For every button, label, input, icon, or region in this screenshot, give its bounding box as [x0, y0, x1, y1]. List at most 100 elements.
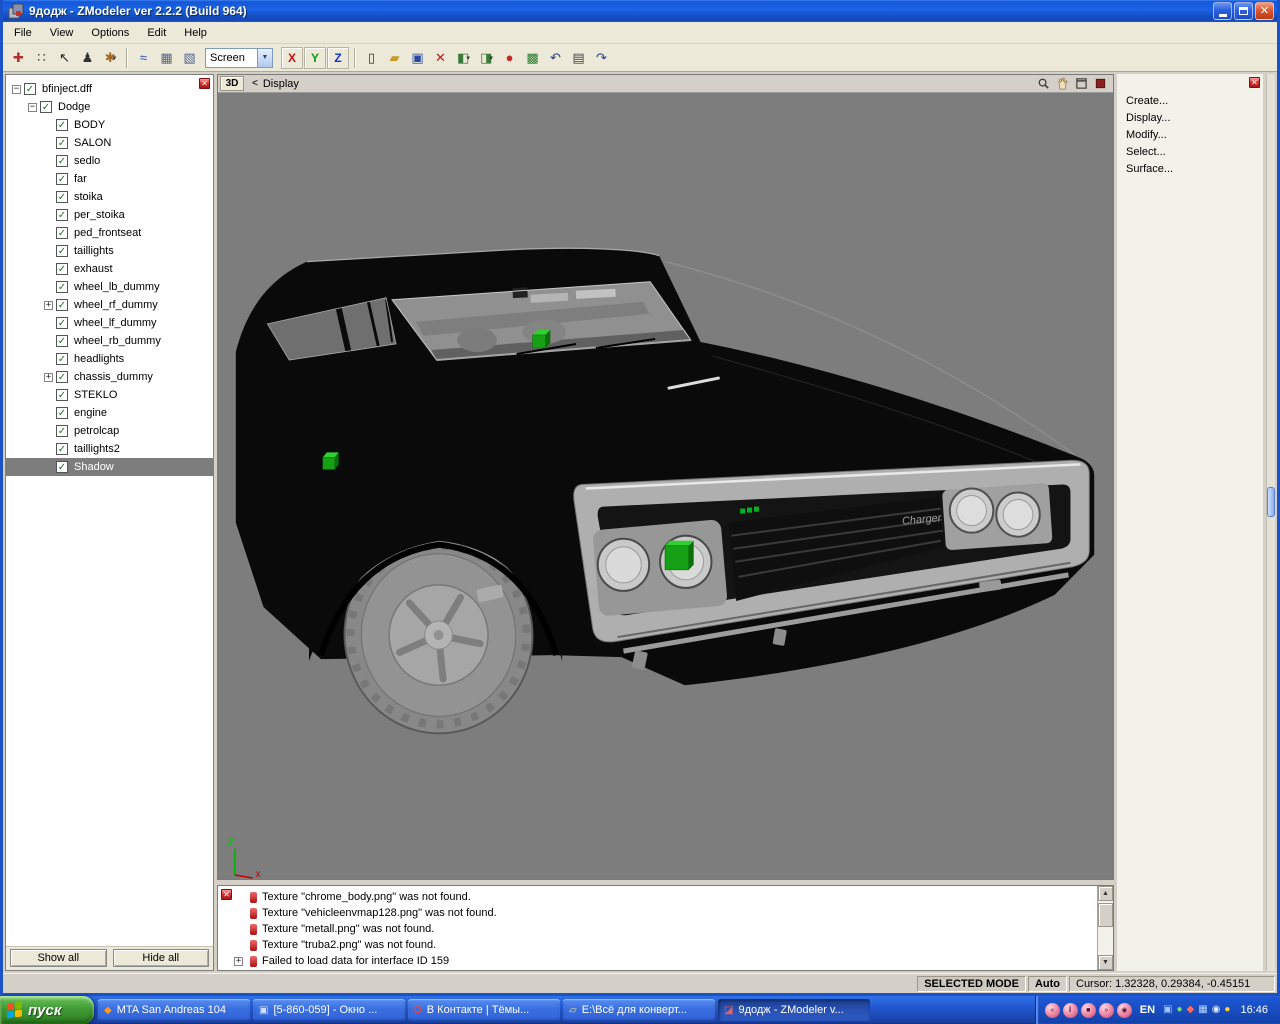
tree-item-salon[interactable]: ✓SALON — [6, 134, 213, 152]
start-button[interactable]: пуск — [0, 996, 94, 1024]
command-create[interactable]: Create... — [1117, 92, 1263, 109]
tree-item-wheel-lb-dummy[interactable]: ✓wheel_lb_dummy — [6, 278, 213, 296]
visibility-checkbox[interactable]: ✓ — [56, 353, 68, 365]
tree-item-steklo[interactable]: ✓STEKLO — [6, 386, 213, 404]
settings-tool-button[interactable]: ✱▾ — [99, 47, 122, 69]
gizmo-tool-button[interactable]: ✚ — [7, 47, 30, 69]
visibility-checkbox[interactable]: ✓ — [56, 425, 68, 437]
tree-item-taillights[interactable]: ✓taillights — [6, 242, 213, 260]
taskbar-task-4[interactable]: ▱E:\Всё для конверт... — [563, 999, 715, 1021]
tree-item-dodge[interactable]: −✓Dodge — [6, 98, 213, 116]
axis-y-button[interactable]: Y — [304, 47, 326, 69]
menu-file[interactable]: File — [5, 24, 41, 42]
hide-all-button[interactable]: Hide all — [113, 949, 210, 967]
command-select[interactable]: Select... — [1117, 143, 1263, 160]
redo-button[interactable]: ↷ — [590, 47, 613, 69]
uv-grid-button[interactable]: ▧ — [178, 47, 201, 69]
close-button[interactable]: ✕ — [1255, 2, 1274, 20]
dropdown-arrow-icon[interactable]: ▾ — [489, 54, 493, 62]
clock[interactable]: 16:46 — [1240, 1004, 1268, 1016]
tree-item-sedlo[interactable]: ✓sedlo — [6, 152, 213, 170]
tree-item-stoika[interactable]: ✓stoika — [6, 188, 213, 206]
tree-item-bfinject-dff[interactable]: −✓bfinject.dff — [6, 80, 213, 98]
taskbar-task-5[interactable]: ◪9додж - ZModeler v... — [718, 999, 870, 1021]
tree-item-body[interactable]: ✓BODY — [6, 116, 213, 134]
command-display[interactable]: Display... — [1117, 109, 1263, 126]
vertices-tool-button[interactable]: ∷ — [30, 47, 53, 69]
visibility-checkbox[interactable]: ✓ — [56, 209, 68, 221]
import-button[interactable]: ◧▾ — [452, 47, 475, 69]
visibility-checkbox[interactable]: ✓ — [56, 389, 68, 401]
maximize-button[interactable] — [1234, 2, 1253, 20]
3d-scene[interactable]: Charger — [218, 93, 1113, 879]
figure-tool-button[interactable]: ♟ — [76, 47, 99, 69]
visibility-checkbox[interactable]: ✓ — [56, 371, 68, 383]
scroll-down-icon[interactable]: ▼ — [1098, 955, 1113, 970]
tree-item-shadow[interactable]: ✓Shadow — [6, 458, 213, 476]
tree-item-taillights2[interactable]: ✓taillights2 — [6, 440, 213, 458]
collapse-icon[interactable]: − — [12, 85, 21, 94]
axis-x-button[interactable]: X — [281, 47, 303, 69]
delete-button[interactable]: ✕ — [429, 47, 452, 69]
visibility-checkbox[interactable]: ✓ — [56, 191, 68, 203]
chevron-down-icon[interactable]: ▼ — [257, 49, 272, 67]
tray-update-icon[interactable]: ● — [1224, 1005, 1230, 1015]
close-hierarchy-panel-button[interactable]: ✕ — [199, 78, 210, 89]
dropdown-arrow-icon[interactable]: ▾ — [113, 54, 117, 62]
render-mode-icon[interactable] — [1092, 76, 1109, 91]
zoom-tool-icon[interactable] — [1035, 76, 1052, 91]
titlebar[interactable]: 9додж - ZModeler ver 2.2.2 (Build 964) ✕ — [3, 0, 1277, 22]
auto-indicator[interactable]: Auto — [1028, 976, 1067, 992]
expand-icon[interactable]: + — [44, 301, 53, 310]
media-next-button[interactable]: » — [1099, 1003, 1114, 1018]
visibility-checkbox[interactable]: ✓ — [56, 335, 68, 347]
visibility-checkbox[interactable]: ✓ — [40, 101, 52, 113]
screen-mode-select[interactable]: Screen ▼ — [205, 48, 273, 68]
tree-item-far[interactable]: ✓far — [6, 170, 213, 188]
close-commands-panel-button[interactable]: ✕ — [1249, 77, 1260, 88]
visibility-checkbox[interactable]: ✓ — [56, 443, 68, 455]
spline-tool-button[interactable]: ≈ — [132, 47, 155, 69]
command-modify[interactable]: Modify... — [1117, 126, 1263, 143]
close-log-panel-button[interactable]: ✕ — [221, 889, 232, 900]
visibility-checkbox[interactable]: ✓ — [56, 119, 68, 131]
show-all-button[interactable]: Show all — [10, 949, 107, 967]
taskbar-task-1[interactable]: ◆MTA San Andreas 104 — [98, 999, 250, 1021]
tree-item-per-stoika[interactable]: ✓per_stoika — [6, 206, 213, 224]
open-folder-button[interactable]: ▰ — [383, 47, 406, 69]
visibility-checkbox[interactable]: ✓ — [56, 263, 68, 275]
box-select-button[interactable]: ▦ — [155, 47, 178, 69]
media-volume-button[interactable]: ◉ — [1117, 1003, 1132, 1018]
pan-tool-icon[interactable] — [1054, 76, 1071, 91]
visibility-checkbox[interactable]: ✓ — [56, 245, 68, 257]
collapse-icon[interactable]: − — [28, 103, 37, 112]
media-prev-button[interactable]: « — [1045, 1003, 1060, 1018]
visibility-checkbox[interactable]: ✓ — [56, 461, 68, 473]
texture-image-button[interactable]: ▩ — [521, 47, 544, 69]
log-scrollbar[interactable]: ▲ ▼ — [1097, 886, 1113, 970]
back-chevron[interactable]: < — [252, 78, 258, 89]
tree-item-headlights[interactable]: ✓headlights — [6, 350, 213, 368]
scroll-up-icon[interactable]: ▲ — [1098, 886, 1113, 901]
visibility-checkbox[interactable]: ✓ — [56, 227, 68, 239]
maximize-viewport-icon[interactable] — [1073, 76, 1090, 91]
visibility-checkbox[interactable]: ✓ — [56, 155, 68, 167]
taskbar-task-3[interactable]: OВ Контакте | Тёмы... — [408, 999, 560, 1021]
minimize-button[interactable] — [1213, 2, 1232, 20]
window-scrollbar-thumb[interactable] — [1267, 487, 1275, 517]
tree-item-engine[interactable]: ✓engine — [6, 404, 213, 422]
expand-icon[interactable]: + — [234, 957, 243, 966]
visibility-checkbox[interactable]: ✓ — [56, 281, 68, 293]
menu-help[interactable]: Help — [175, 24, 216, 42]
undo-button[interactable]: ↶ — [544, 47, 567, 69]
tree-item-chassis-dummy[interactable]: +✓chassis_dummy — [6, 368, 213, 386]
window-scrollbar[interactable] — [1266, 74, 1275, 971]
tree-item-wheel-rb-dummy[interactable]: ✓wheel_rb_dummy — [6, 332, 213, 350]
tree-item-petrolcap[interactable]: ✓petrolcap — [6, 422, 213, 440]
tree-item-wheel-rf-dummy[interactable]: +✓wheel_rf_dummy — [6, 296, 213, 314]
visibility-checkbox[interactable]: ✓ — [56, 407, 68, 419]
material-sphere-button[interactable]: ● — [498, 47, 521, 69]
view-mode-button[interactable]: 3D — [220, 76, 244, 91]
select-arrow-button[interactable]: ↖ — [53, 47, 76, 69]
axis-z-button[interactable]: Z — [327, 47, 349, 69]
